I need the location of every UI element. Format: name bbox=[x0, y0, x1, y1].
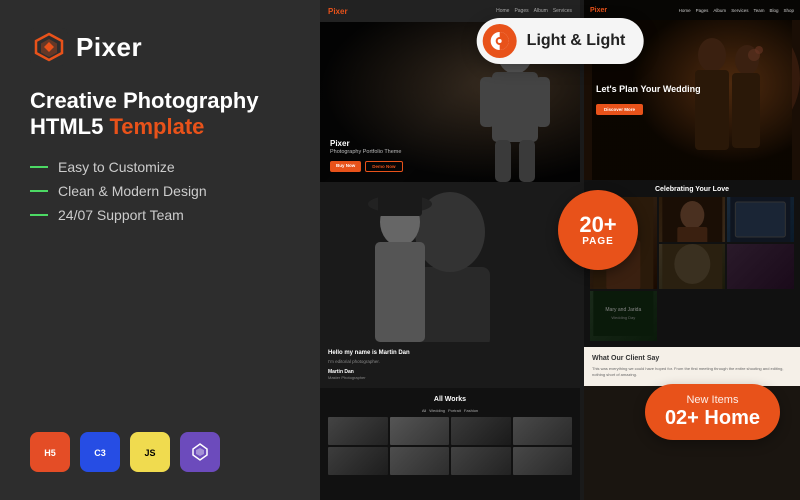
left-screen-hero-content: Pixer Photography Portfolio Theme Buy No… bbox=[330, 139, 570, 172]
celebrating-title: Celebrating Your Love bbox=[590, 186, 794, 193]
page-count-label: PAGE bbox=[582, 236, 614, 247]
feature-text-3: 24/07 Support Team bbox=[58, 207, 184, 223]
bio-title: Hello my name is Martin Dan bbox=[328, 350, 572, 356]
logo-area: Pixer bbox=[30, 28, 290, 66]
page-count-number: 20+ bbox=[579, 214, 616, 236]
css3-badge: C3 bbox=[80, 432, 120, 472]
tech-badges: H5 C3 JS bbox=[30, 432, 290, 472]
rnav-blog: Blog bbox=[769, 8, 778, 13]
feature-item-3: 24/07 Support Team bbox=[30, 207, 290, 223]
left-screen-nav-links: Home Pages Album Services bbox=[496, 8, 572, 14]
testimonial-text: This was everything we could have hoped … bbox=[592, 366, 792, 378]
left-screen-portrait bbox=[320, 182, 580, 342]
nav-link: Album bbox=[534, 8, 548, 14]
left-panel: Pixer Creative Photography HTML5 Templat… bbox=[0, 0, 320, 500]
new-items-label: New Items bbox=[665, 394, 760, 406]
bio-subtitle: I'm editorial photographer. bbox=[328, 359, 572, 365]
work-cell-8 bbox=[513, 447, 573, 475]
left-hero-title: Pixer bbox=[330, 139, 570, 149]
filter-portrait: Portrait bbox=[448, 408, 461, 413]
testimonial-title: What Our Client Say bbox=[592, 355, 792, 362]
nav-link: Home bbox=[496, 8, 509, 14]
rnav-team: Team bbox=[753, 8, 764, 13]
work-cell-1 bbox=[328, 417, 388, 445]
gallery-cell-5 bbox=[727, 244, 794, 289]
right-screen-nav: Pixer Home Pages Album Services Team Blo… bbox=[584, 0, 800, 20]
rnav-home: Home bbox=[679, 8, 691, 13]
work-cell-6 bbox=[390, 447, 450, 475]
right-panel: Light & Light 20+ PAGE New Items 02+ Hom… bbox=[320, 0, 800, 500]
gallery-cell-4 bbox=[659, 244, 726, 289]
headline: Creative Photography HTML5 Template bbox=[30, 88, 290, 141]
left-screen-preview: Pixer Home Pages Album Services bbox=[320, 0, 580, 500]
works-title: All Works bbox=[328, 396, 572, 403]
nav-link: Services bbox=[553, 8, 572, 14]
headline-line2: HTML5 Template bbox=[30, 114, 290, 140]
work-cell-4 bbox=[513, 417, 573, 445]
left-screen-bio: Hello my name is Martin Dan I'm editoria… bbox=[320, 342, 580, 388]
main-container: Pixer Creative Photography HTML5 Templat… bbox=[0, 0, 800, 500]
demo-now-btn[interactable]: Demo Now bbox=[365, 161, 402, 172]
headline-accent: Template bbox=[109, 114, 204, 139]
svg-text:C3: C3 bbox=[94, 448, 106, 458]
feature-dash-icon-2 bbox=[30, 190, 48, 192]
bio-role: Master Photographer bbox=[328, 375, 572, 380]
work-cell-2 bbox=[390, 417, 450, 445]
left-screen-works: All Works All Wedding Portrait Fashion bbox=[320, 388, 580, 483]
new-items-value: 02+ Home bbox=[665, 406, 760, 430]
gallery-cell-2 bbox=[659, 197, 726, 242]
html5-badge: H5 bbox=[30, 432, 70, 472]
left-screen-nav-logo: Pixer bbox=[328, 7, 348, 16]
work-cell-3 bbox=[451, 417, 511, 445]
headline-line1: Creative Photography bbox=[30, 88, 290, 114]
right-screen-nav-logo: Pixer bbox=[590, 7, 607, 14]
light-badge-icon bbox=[483, 24, 517, 58]
feature-item-1: Easy to Customize bbox=[30, 159, 290, 175]
works-filter: All Wedding Portrait Fashion bbox=[328, 408, 572, 413]
filter-wedding: Wedding bbox=[429, 408, 445, 413]
work-cell-5 bbox=[328, 447, 388, 475]
rnav-pages: Pages bbox=[696, 8, 709, 13]
feature-text-1: Easy to Customize bbox=[58, 159, 175, 175]
page-count-badge: 20+ PAGE bbox=[558, 190, 638, 270]
js-badge: JS bbox=[130, 432, 170, 472]
svg-text:JS: JS bbox=[144, 448, 155, 458]
gem-badge bbox=[180, 432, 220, 472]
gallery-cell-3 bbox=[727, 197, 794, 242]
rnav-services: Services bbox=[731, 8, 748, 13]
right-hero-title: Let's Plan Your Wedding bbox=[596, 84, 701, 96]
feature-dash-icon-3 bbox=[30, 214, 48, 216]
gallery-cell-6: Mary and Jarida Wedding Day bbox=[590, 291, 657, 341]
light-badge-text: Light & Light bbox=[527, 32, 626, 50]
rnav-album: Album bbox=[713, 8, 726, 13]
logo-text: Pixer bbox=[76, 32, 142, 63]
svg-text:Mary and Jarida: Mary and Jarida bbox=[605, 307, 641, 313]
works-grid bbox=[328, 417, 572, 475]
right-hero-btn[interactable]: Discover More bbox=[596, 104, 643, 115]
new-items-badge[interactable]: New Items 02+ Home bbox=[645, 384, 780, 440]
rnav-shop: Shop bbox=[783, 8, 794, 13]
filter-all: All bbox=[422, 408, 426, 413]
features-list: Easy to Customize Clean & Modern Design … bbox=[30, 159, 290, 223]
left-hero-btns: Buy Now Demo Now bbox=[330, 161, 570, 172]
feature-item-2: Clean & Modern Design bbox=[30, 183, 290, 199]
feature-dash-icon bbox=[30, 166, 48, 168]
light-badge[interactable]: Light & Light bbox=[477, 18, 644, 64]
svg-text:H5: H5 bbox=[44, 448, 56, 458]
pixer-logo-icon bbox=[30, 28, 68, 66]
filter-fashion: Fashion bbox=[464, 408, 478, 413]
feature-text-2: Clean & Modern Design bbox=[58, 183, 207, 199]
headline-normal: HTML5 bbox=[30, 114, 109, 139]
work-cell-7 bbox=[451, 447, 511, 475]
buy-now-btn[interactable]: Buy Now bbox=[330, 161, 361, 172]
right-screen-nav-links: Home Pages Album Services Team Blog Shop bbox=[679, 8, 794, 13]
testimonial-section: What Our Client Say This was everything … bbox=[584, 347, 800, 386]
nav-link: Pages bbox=[514, 8, 528, 14]
svg-text:Wedding Day: Wedding Day bbox=[611, 315, 635, 320]
right-hero-text: Let's Plan Your Wedding Discover More bbox=[584, 72, 713, 128]
left-hero-subtitle: Photography Portfolio Theme bbox=[330, 149, 570, 155]
